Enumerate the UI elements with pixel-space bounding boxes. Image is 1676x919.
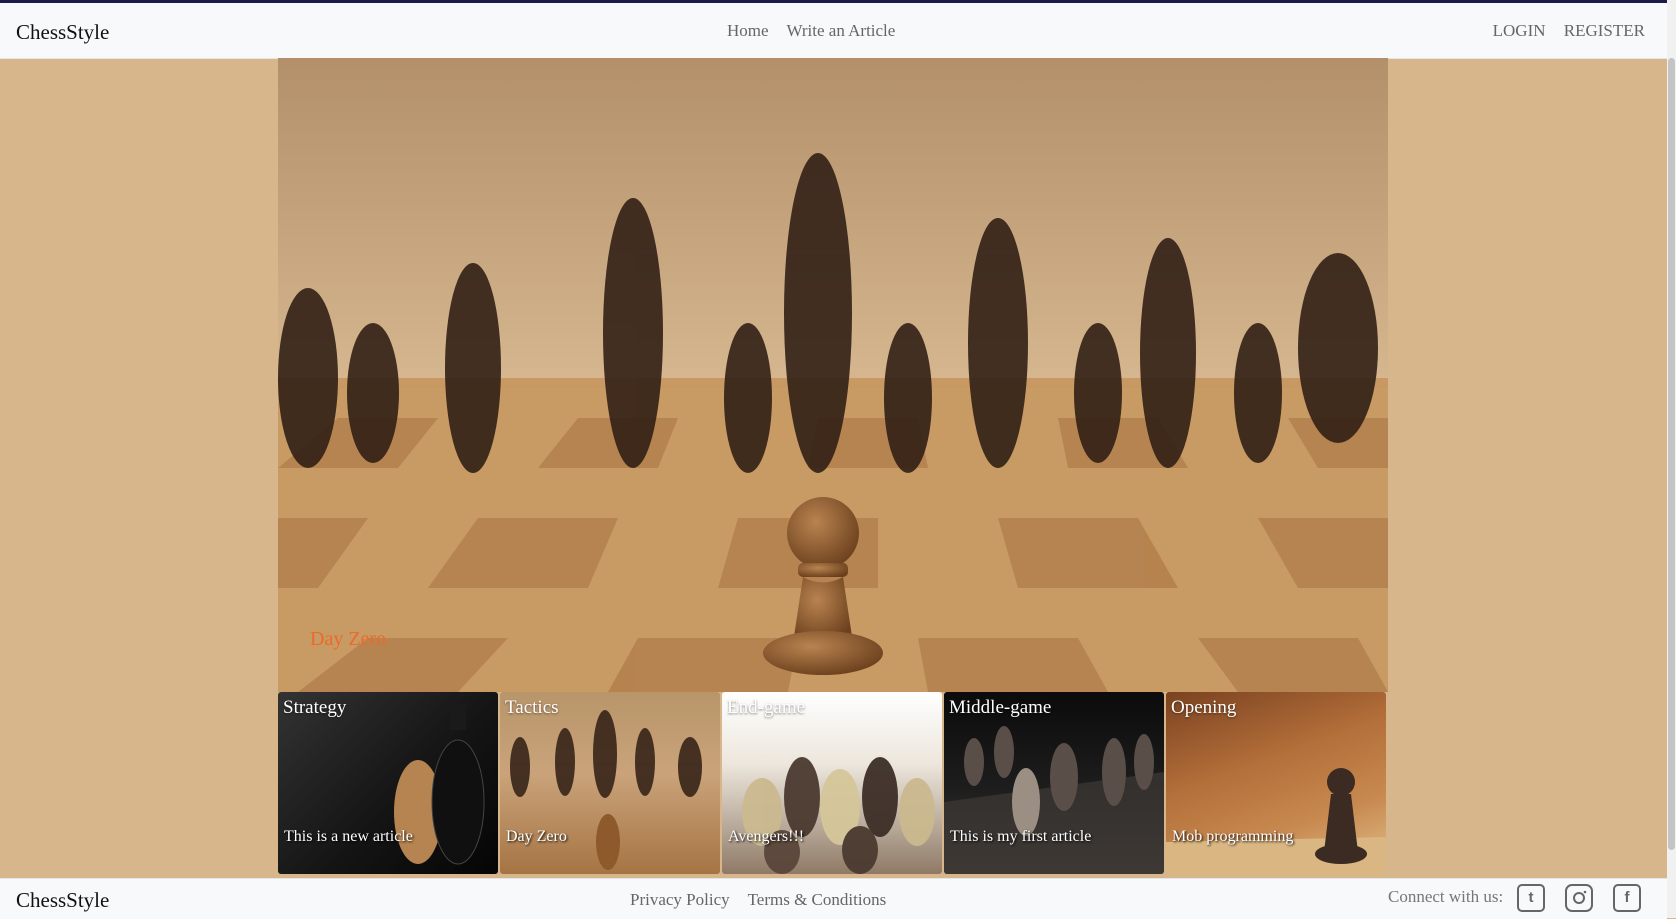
card-category: Opening [1171, 697, 1237, 718]
card-middle-game[interactable]: Middle-game This is my first article [944, 692, 1164, 874]
connect-label: Connect with us: [1388, 887, 1504, 906]
card-image [1166, 768, 1386, 874]
footer-links: Privacy Policy Terms & Conditions [630, 890, 900, 910]
card-opening[interactable]: Opening Mob programming [1166, 692, 1386, 874]
card-title[interactable]: Mob programming [1172, 828, 1293, 846]
card-image [742, 757, 935, 874]
facebook-icon[interactable]: f [1613, 884, 1641, 912]
instagram-glyph [1573, 890, 1587, 904]
brand-logo[interactable]: ChessStyle [16, 20, 109, 45]
card-image [944, 726, 1164, 874]
nav-write-article-link[interactable]: Write an Article [787, 21, 896, 40]
login-link[interactable]: LOGIN [1493, 21, 1546, 40]
footer-brand[interactable]: ChessStyle [16, 888, 109, 913]
twitter-icon[interactable]: t [1517, 884, 1545, 912]
nav-home-link[interactable]: Home [727, 21, 769, 40]
card-category: Strategy [283, 697, 347, 718]
footer: ChessStyle Privacy Policy Terms & Condit… [0, 878, 1667, 919]
hero-image[interactable]: Day Zero [278, 58, 1388, 692]
card-title[interactable]: Avengers!!! [728, 828, 804, 846]
auth-nav: LOGIN REGISTER [1479, 21, 1645, 41]
card-title[interactable]: This is my first article [950, 828, 1091, 846]
main-nav: Home Write an Article [727, 21, 909, 41]
page-scrollbar[interactable] [1667, 0, 1676, 918]
card-title[interactable]: Day Zero [506, 828, 567, 846]
hero-caption[interactable]: Day Zero [310, 628, 386, 651]
article-cards: Strategy This is a new article Tactics D… [278, 692, 1388, 874]
privacy-policy-link[interactable]: Privacy Policy [630, 890, 730, 909]
card-category: Tactics [505, 697, 559, 718]
instagram-icon[interactable] [1565, 884, 1593, 912]
card-strategy[interactable]: Strategy This is a new article [278, 692, 498, 874]
card-image [510, 710, 702, 870]
terms-conditions-link[interactable]: Terms & Conditions [748, 890, 887, 909]
navbar: ChessStyle Home Write an Article LOGIN R… [0, 3, 1667, 59]
card-end-game[interactable]: End-game Avengers!!! [722, 692, 942, 874]
scrollbar-thumb[interactable] [1668, 58, 1675, 850]
card-tactics[interactable]: Tactics Day Zero [500, 692, 720, 874]
chessboard-pieces-image [278, 58, 1388, 692]
register-link[interactable]: REGISTER [1564, 21, 1645, 40]
card-category: End-game [727, 697, 806, 718]
card-image [394, 704, 485, 865]
card-title[interactable]: This is a new article [284, 828, 413, 846]
card-category: Middle-game [949, 697, 1052, 718]
